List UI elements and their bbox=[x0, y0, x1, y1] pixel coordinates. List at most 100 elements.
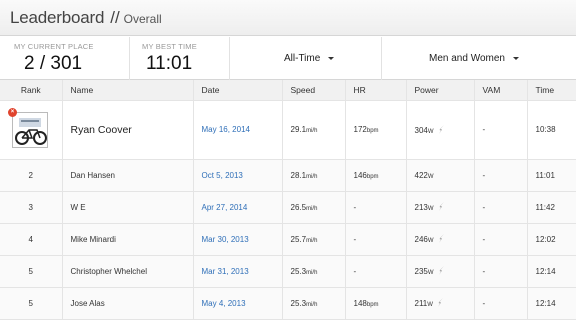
speed-cell: 26.5mi/h bbox=[282, 191, 346, 224]
athlete-name-link[interactable]: Christopher Whelchel bbox=[71, 267, 147, 276]
power-unit: W bbox=[427, 238, 434, 244]
date-link[interactable]: May 4, 2013 bbox=[202, 299, 246, 308]
name-cell: W E bbox=[62, 191, 194, 224]
vam-cell: - bbox=[474, 255, 528, 288]
time-range-dropdown[interactable]: All-Time bbox=[230, 37, 382, 80]
date-cell: Oct 5, 2013 bbox=[193, 159, 283, 192]
date-link[interactable]: Oct 5, 2013 bbox=[202, 171, 243, 180]
rank-cell: × bbox=[0, 100, 63, 160]
time-cell: 10:38 bbox=[527, 100, 576, 160]
time-cell: 11:01 bbox=[527, 159, 576, 192]
hr-value: - bbox=[353, 234, 357, 244]
column-header-time[interactable]: Time bbox=[527, 80, 576, 101]
time-cell: 12:14 bbox=[527, 255, 576, 288]
chevron-down-icon bbox=[328, 57, 335, 60]
column-header-vam[interactable]: VAM bbox=[474, 80, 528, 101]
close-icon[interactable]: × bbox=[8, 107, 17, 117]
speed-unit: mi/h bbox=[306, 269, 318, 276]
hr-value: - bbox=[353, 266, 357, 276]
hr-cell: - bbox=[345, 223, 407, 256]
current-place-label: MY CURRENT PLACE bbox=[14, 42, 94, 51]
column-header-power[interactable]: Power bbox=[406, 80, 475, 101]
best-time-value: 11:01 bbox=[146, 53, 193, 74]
bike-photo-icon bbox=[13, 112, 47, 147]
athlete-name-link[interactable]: Jose Alas bbox=[71, 299, 105, 308]
speed-value: 26.5 bbox=[290, 202, 307, 212]
vam-cell: - bbox=[474, 191, 528, 224]
date-cell: Mar 31, 2013 bbox=[193, 255, 283, 288]
athlete-name-link[interactable]: Ryan Coover bbox=[71, 124, 132, 136]
power-cell: 304W bbox=[406, 100, 475, 160]
hr-unit: bpm bbox=[366, 173, 379, 180]
table-row[interactable]: 5 Christopher Whelchel Mar 31, 2013 25.3… bbox=[0, 255, 576, 288]
gender-value: Men and Women bbox=[429, 53, 505, 64]
time-cell: 12:02 bbox=[527, 223, 576, 256]
power-unit: W bbox=[427, 270, 434, 276]
vam-cell: - bbox=[474, 223, 528, 256]
power-value: 246 bbox=[414, 235, 428, 244]
table-row[interactable]: 2 Dan Hansen Oct 5, 2013 28.1mi/h 146bpm… bbox=[0, 159, 576, 192]
page-subtitle: Overall bbox=[123, 12, 162, 26]
column-header-speed[interactable]: Speed bbox=[282, 80, 346, 101]
rank-cell: 3 bbox=[0, 191, 63, 224]
power-cell: 246W bbox=[406, 223, 475, 256]
power-value: 211 bbox=[414, 299, 428, 308]
time-cell: 12:14 bbox=[527, 287, 576, 320]
speed-value: 25.7 bbox=[290, 234, 307, 244]
date-link[interactable]: Mar 30, 2013 bbox=[202, 235, 249, 244]
speed-value: 28.1 bbox=[290, 170, 307, 180]
speed-unit: mi/h bbox=[306, 301, 318, 308]
rank-cell: 5 bbox=[0, 255, 63, 288]
date-cell: Mar 30, 2013 bbox=[193, 223, 283, 256]
gender-dropdown[interactable]: Men and Women bbox=[382, 37, 576, 80]
rank-cell: 4 bbox=[0, 223, 63, 256]
table-row[interactable]: 5 Jose Alas May 4, 2013 25.3mi/h 148bpm … bbox=[0, 287, 576, 320]
vam-cell: - bbox=[474, 100, 528, 160]
hr-unit: bpm bbox=[366, 301, 379, 308]
speed-cell: 25.3mi/h bbox=[282, 287, 346, 320]
power-cell: 213W bbox=[406, 191, 475, 224]
page-title: Leaderboard bbox=[10, 8, 105, 27]
speed-cell: 25.7mi/h bbox=[282, 223, 346, 256]
date-link[interactable]: Apr 27, 2014 bbox=[202, 203, 248, 212]
power-value: 304 bbox=[414, 125, 428, 135]
speed-unit: mi/h bbox=[306, 237, 318, 244]
column-header-hr[interactable]: HR bbox=[345, 80, 407, 101]
time-range-value: All-Time bbox=[284, 53, 321, 64]
best-time-stat: MY BEST TIME 11:01 bbox=[130, 37, 230, 80]
athlete-name-link[interactable]: Mike Minardi bbox=[71, 235, 116, 244]
power-unit: W bbox=[427, 302, 433, 308]
hr-value: 148 bbox=[353, 298, 367, 308]
name-cell: Mike Minardi bbox=[62, 223, 194, 256]
name-cell: Ryan Coover bbox=[62, 100, 194, 160]
rank-cell: 5 bbox=[0, 287, 63, 320]
name-cell: Dan Hansen bbox=[62, 159, 194, 192]
table-row[interactable]: × Ryan Coover May 16, 2014 29.1mi/h 172b… bbox=[0, 100, 576, 160]
current-place-stat: MY CURRENT PLACE 2 / 301 bbox=[0, 37, 130, 80]
date-link[interactable]: Mar 31, 2013 bbox=[202, 267, 249, 276]
name-cell: Christopher Whelchel bbox=[62, 255, 194, 288]
hr-cell: 148bpm bbox=[345, 287, 407, 320]
table-row[interactable]: 3 W E Apr 27, 2014 26.5mi/h - 213W - 11:… bbox=[0, 191, 576, 224]
table-row[interactable]: 4 Mike Minardi Mar 30, 2013 25.7mi/h - 2… bbox=[0, 223, 576, 256]
column-header-date[interactable]: Date bbox=[193, 80, 283, 101]
date-cell: May 4, 2013 bbox=[193, 287, 283, 320]
speed-unit: mi/h bbox=[306, 205, 318, 212]
power-unit: W bbox=[427, 206, 434, 212]
hr-value: 146 bbox=[353, 170, 367, 180]
current-place-value: 2 / 301 bbox=[24, 53, 83, 74]
avatar[interactable] bbox=[12, 111, 48, 148]
hr-cell: 146bpm bbox=[345, 159, 407, 192]
vam-cell: - bbox=[474, 287, 528, 320]
athlete-name-link[interactable]: Dan Hansen bbox=[71, 171, 115, 180]
best-time-label: MY BEST TIME bbox=[142, 42, 197, 51]
power-value: 213 bbox=[414, 203, 428, 212]
athlete-name-link[interactable]: W E bbox=[71, 203, 86, 212]
hr-cell: - bbox=[345, 191, 407, 224]
date-link[interactable]: May 16, 2014 bbox=[202, 125, 250, 134]
column-header-rank[interactable]: Rank bbox=[0, 80, 63, 101]
speed-unit: mi/h bbox=[306, 128, 318, 134]
lightning-bolt-icon bbox=[438, 124, 444, 134]
column-header-name[interactable]: Name bbox=[62, 80, 194, 101]
lightning-bolt-icon bbox=[438, 202, 444, 211]
